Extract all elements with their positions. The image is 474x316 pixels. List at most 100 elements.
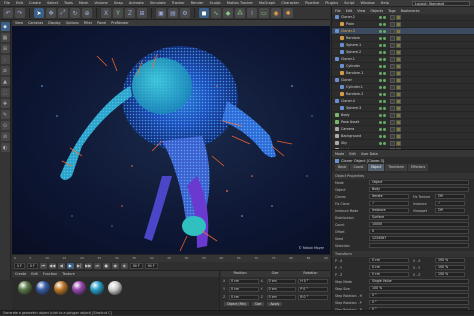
object-tag-icon[interactable] [390, 36, 395, 41]
material-menu-create[interactable]: Create [15, 272, 26, 276]
preview-end-field[interactable]: 90 F [144, 263, 158, 269]
redo-icon[interactable]: ↷ [15, 8, 25, 18]
position-field[interactable]: 0 cm [229, 278, 259, 284]
attribute-field[interactable]: 100 % [369, 286, 469, 291]
viewport-menu-view[interactable]: View [15, 21, 23, 25]
object-tag-icon[interactable] [390, 120, 395, 125]
render-view-icon[interactable]: ▣ [156, 8, 166, 18]
visibility-dots[interactable] [379, 57, 386, 61]
object-row[interactable]: Random.1 [332, 70, 474, 77]
rotation-field[interactable]: P 0 ° [298, 286, 329, 292]
render-settings-icon[interactable]: ⚙ [180, 8, 190, 18]
object-tag-icon[interactable] [390, 141, 395, 146]
menu-render[interactable]: Render [191, 1, 204, 5]
material-ball[interactable] [18, 281, 32, 295]
material-tag-icon[interactable] [396, 36, 401, 41]
visibility-dots[interactable] [379, 85, 386, 89]
attribute-field[interactable]: Object [369, 180, 469, 185]
material-tag-icon[interactable] [396, 120, 401, 125]
object-row[interactable]: Pose Asset [332, 119, 474, 126]
subdivision-icon[interactable]: ◆ [223, 8, 233, 18]
menu-help[interactable]: Help [381, 1, 389, 5]
menu-mograph[interactable]: MoGraph [259, 1, 275, 5]
cube-icon[interactable]: ◼ [199, 8, 209, 18]
object-tag-icon[interactable] [390, 71, 395, 76]
material-tag-icon[interactable] [396, 15, 401, 20]
size-field[interactable]: 0 cm [266, 294, 297, 300]
material-tag-icon[interactable] [396, 127, 401, 132]
object-tag-icon[interactable] [390, 85, 395, 90]
material-tag-icon[interactable] [396, 57, 401, 62]
model-mode-icon[interactable]: ◈ [0, 22, 10, 31]
start-frame-field[interactable]: 0 F [14, 263, 25, 269]
viewport-menu-panel[interactable]: Panel [97, 21, 106, 25]
material-ball[interactable] [36, 281, 50, 295]
menu-volume[interactable]: Volume [94, 1, 107, 5]
menu-mesh[interactable]: Mesh [79, 1, 88, 5]
z-axis-icon[interactable]: Z [125, 8, 135, 18]
object-tag-icon[interactable] [390, 92, 395, 97]
attr-menu-edit[interactable]: Edit [349, 152, 356, 156]
object-tag-icon[interactable] [390, 22, 395, 27]
floor-icon[interactable]: ▭ [259, 8, 269, 18]
menu-window[interactable]: Window [361, 1, 375, 5]
axis-mode-icon[interactable]: ✚ [0, 99, 10, 108]
object-menu-tags[interactable]: Tags [388, 9, 396, 13]
visibility-dots[interactable] [379, 127, 386, 131]
menu-select[interactable]: Select [47, 1, 58, 5]
visibility-dots[interactable] [379, 134, 386, 138]
visibility-dots[interactable] [379, 64, 386, 68]
object-row[interactable]: Camera [332, 126, 474, 133]
apply-button[interactable]: Apply [267, 302, 283, 306]
play-icon[interactable]: ▶ [66, 263, 74, 269]
menu-pipeline[interactable]: Pipeline [305, 1, 319, 5]
timeline-ruler[interactable]: 0 5 10 15 20 25 30 35 40 45 50 55 60 65 70 75 80 85 90 [12, 254, 330, 262]
position-field[interactable]: 0 cm [229, 286, 259, 292]
visibility-dots[interactable] [379, 43, 386, 47]
lock-workplane-icon[interactable]: ⊘ [0, 132, 10, 141]
attribute-field[interactable]: Body [369, 187, 469, 192]
visibility-dots[interactable] [379, 120, 386, 124]
attribute-field[interactable]: Off [435, 208, 465, 213]
object-tag-icon[interactable] [390, 99, 395, 104]
material-tag-icon[interactable] [396, 64, 401, 69]
record-icon[interactable]: ● [102, 263, 110, 269]
tab-transform[interactable]: Transform [385, 164, 408, 171]
attribute-field[interactable]: ✓ [369, 201, 409, 206]
viewport-menu-options[interactable]: Options [66, 21, 79, 25]
visibility-dots[interactable] [379, 15, 386, 19]
visibility-dots[interactable] [379, 71, 386, 75]
material-ball[interactable] [90, 281, 104, 295]
attribute-field[interactable]: 0 cm [369, 258, 409, 263]
visibility-dots[interactable] [379, 22, 386, 26]
position-field[interactable]: 0 cm [229, 294, 259, 300]
material-tag-icon[interactable] [396, 113, 401, 118]
perspective-viewport[interactable]: © Fabian Mayer [12, 26, 330, 254]
material-menu-edit[interactable]: Edit [31, 272, 38, 276]
object-tag-icon[interactable] [390, 57, 395, 62]
light-icon[interactable]: ✺ [283, 8, 293, 18]
snap-icon[interactable]: ⊙ [0, 121, 10, 130]
object-row[interactable]: Sky [332, 140, 474, 147]
attribute-field[interactable] [369, 243, 469, 248]
workplane-icon[interactable]: ⊞ [0, 44, 10, 53]
visibility-dots[interactable] [379, 113, 386, 117]
visibility-dots[interactable] [379, 141, 386, 145]
viewport-menu-cameras[interactable]: Cameras [28, 21, 43, 25]
menu-tracker[interactable]: Tracker [172, 1, 185, 5]
object-row[interactable]: Cloner.1 [332, 56, 474, 63]
object-tag-icon[interactable] [390, 134, 395, 139]
object-row[interactable]: Cloner.4 [332, 98, 474, 105]
attribute-field[interactable]: 100 % [435, 258, 465, 263]
object-row[interactable]: Cloner.3 [332, 28, 474, 35]
tab-coord[interactable]: Coord. [350, 164, 367, 171]
material-menu-texture[interactable]: Texture [62, 272, 74, 276]
prev-key-icon[interactable]: ◀◀ [48, 263, 56, 269]
attr-menu-user-data[interactable]: User Data [361, 152, 378, 156]
undo-icon[interactable]: ↶ [3, 8, 13, 18]
material-tag-icon[interactable] [396, 29, 401, 34]
uvw-mode-icon[interactable]: ⬚ [0, 88, 10, 97]
material-tag-icon[interactable] [396, 106, 401, 111]
material-ball[interactable] [108, 281, 122, 295]
keyframe-selection-icon[interactable]: ◈ [120, 263, 128, 269]
